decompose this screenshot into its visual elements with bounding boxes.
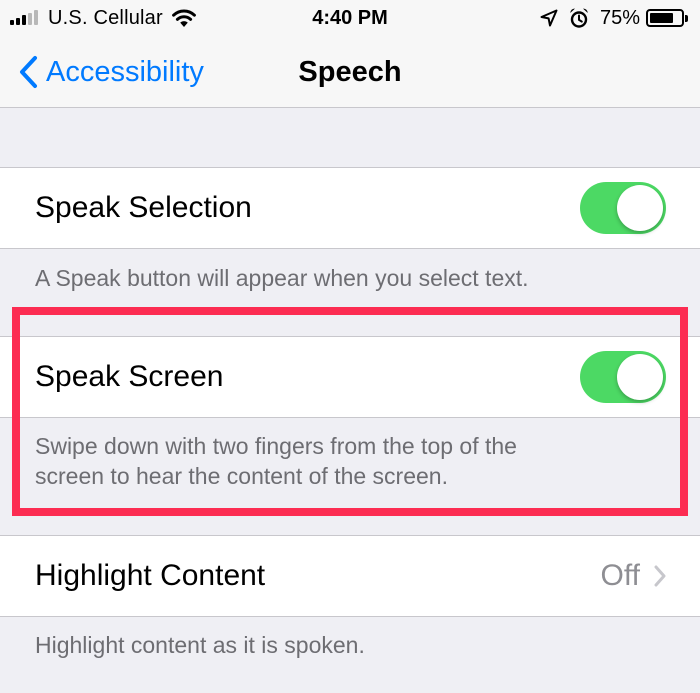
chevron-right-icon: [654, 565, 666, 587]
highlight-content-label: Highlight Content: [35, 559, 266, 592]
highlight-content-value-group: Off: [601, 536, 666, 616]
speak-screen-row: Speak Screen: [0, 336, 700, 418]
battery-tip: [685, 14, 688, 22]
toggle-knob: [617, 185, 663, 231]
speak-selection-footer: A Speak button will appear when you sele…: [35, 265, 529, 291]
battery-icon: [646, 9, 684, 27]
speak-screen-footer-line-2: screen to hear the content of the screen…: [35, 463, 448, 489]
battery-level-fill: [650, 13, 673, 23]
battery-percentage: 75%: [599, 6, 640, 29]
toggle-knob: [617, 354, 663, 400]
speak-screen-footer: Swipe down with two fingers from the top…: [35, 431, 655, 491]
speak-screen-label: Speak Screen: [35, 360, 224, 393]
speak-screen-footer-line-1: Swipe down with two fingers from the top…: [35, 433, 517, 459]
alarm-clock-icon: [570, 8, 588, 28]
speak-selection-row: Speak Selection: [0, 167, 700, 249]
speak-screen-toggle[interactable]: [580, 351, 666, 403]
status-bar: U.S. Cellular 4:40 PM 75%: [0, 0, 700, 36]
speak-selection-toggle[interactable]: [580, 182, 666, 234]
location-arrow-icon: [540, 9, 558, 27]
page-title: Speech: [298, 56, 402, 88]
highlight-content-footer: Highlight content as it is spoken.: [35, 632, 365, 658]
status-right: 75%: [540, 4, 688, 32]
highlight-content-row[interactable]: Highlight Content Off: [0, 535, 700, 617]
speak-selection-label: Speak Selection: [35, 191, 252, 224]
navigation-bar: Accessibility Speech: [0, 36, 700, 108]
highlight-content-value: Off: [600, 559, 640, 592]
